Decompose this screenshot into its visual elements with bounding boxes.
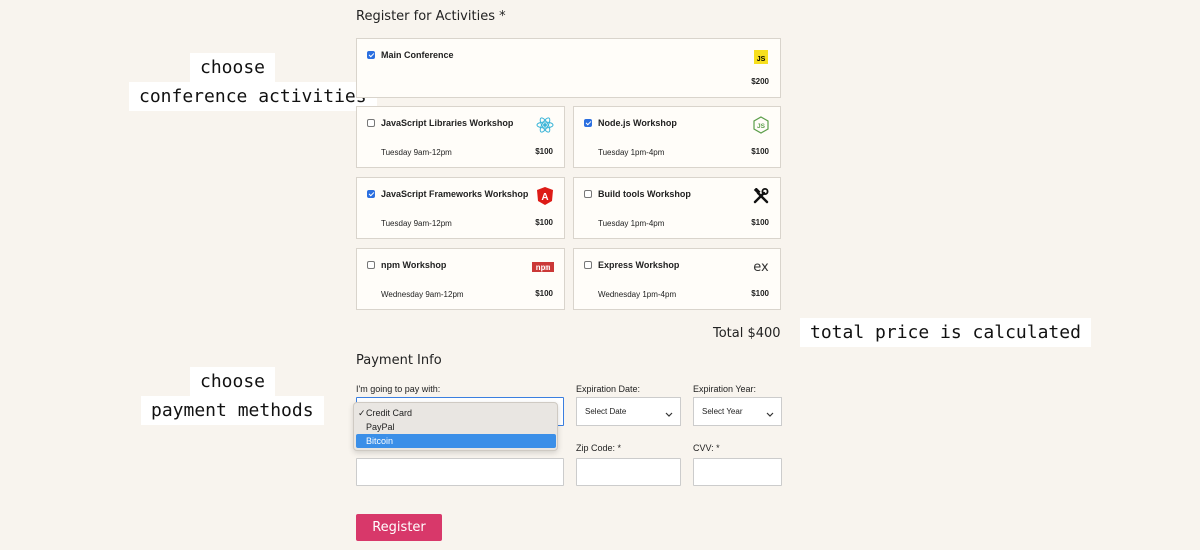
payment-option-credit-card[interactable]: ✓ Credit Card <box>356 406 556 420</box>
activities-title: Register for Activities * <box>356 9 506 24</box>
svg-text:A: A <box>541 192 548 203</box>
activity-time: Tuesday 1pm-4pm <box>598 148 665 157</box>
payment-title: Payment Info <box>356 353 442 368</box>
activity-name: Express Workshop <box>598 260 680 270</box>
note-choose-payment: choose <box>190 367 276 396</box>
hammer-wrench-icon <box>752 187 770 205</box>
activity-name: Main Conference <box>381 50 454 60</box>
activity-time: Tuesday 9am-12pm <box>381 148 452 157</box>
exp-date-select[interactable]: Select Date <box>576 397 681 426</box>
js-frameworks-checkbox[interactable] <box>367 190 375 198</box>
payment-option-paypal[interactable]: PayPal <box>356 420 556 434</box>
express-icon: ex <box>753 259 769 275</box>
total-price: Total $400 <box>713 326 781 341</box>
activity-name: Build tools Workshop <box>598 189 691 199</box>
nodejs-icon: JS <box>752 116 770 134</box>
js-libraries-checkbox[interactable] <box>367 119 375 127</box>
activity-price: $100 <box>535 147 553 156</box>
exp-date-label: Expiration Date: <box>576 384 641 394</box>
exp-year-select[interactable]: Select Year <box>693 397 782 426</box>
npm-checkbox[interactable] <box>367 261 375 269</box>
zip-label: Zip Code: * <box>576 443 622 453</box>
activity-name: JavaScript Libraries Workshop <box>381 118 514 128</box>
note-total-price: total price is calculated <box>800 318 1091 347</box>
activity-time: Wednesday 9am-12pm <box>381 290 464 299</box>
nodejs-checkbox[interactable] <box>584 119 592 127</box>
chevron-down-icon <box>665 410 673 419</box>
activity-time: Tuesday 9am-12pm <box>381 219 452 228</box>
exp-year-label: Expiration Year: <box>693 384 757 394</box>
check-icon: ✓ <box>358 408 366 418</box>
activity-price: $100 <box>751 289 769 298</box>
card-number-field[interactable] <box>356 458 564 486</box>
activity-name: npm Workshop <box>381 260 447 270</box>
cvv-label: CVV: * <box>693 443 720 453</box>
react-icon <box>536 116 554 134</box>
npm-icon: npm <box>532 258 554 276</box>
zip-code-field[interactable] <box>576 458 681 486</box>
note-payment-methods: payment methods <box>141 396 324 425</box>
option-label: PayPal <box>366 422 395 432</box>
activity-price: $100 <box>751 147 769 156</box>
option-label: Bitcoin <box>366 436 394 446</box>
chevron-down-icon <box>766 410 774 419</box>
payment-method-dropdown: ✓ Credit Card PayPal Bitcoin <box>353 402 558 451</box>
svg-text:npm: npm <box>536 264 551 272</box>
express-checkbox[interactable] <box>584 261 592 269</box>
activity-price: $100 <box>535 289 553 298</box>
angular-icon: A <box>536 187 554 205</box>
main-conference-checkbox[interactable] <box>367 51 375 59</box>
pay-with-label: I'm going to pay with: <box>356 384 441 394</box>
activity-name: Node.js Workshop <box>598 118 677 128</box>
note-conference-activities: conference activities <box>129 82 377 111</box>
build-tools-checkbox[interactable] <box>584 190 592 198</box>
activity-price: $100 <box>535 218 553 227</box>
activity-main-conference[interactable]: Main Conference JS $200 <box>356 38 781 98</box>
activity-npm[interactable]: npm Workshop npm Wednesday 9am-12pm $100 <box>356 248 565 310</box>
activity-price: $200 <box>751 77 769 86</box>
note-choose: choose <box>190 53 276 82</box>
activity-express[interactable]: Express Workshop ex Wednesday 1pm-4pm $1… <box>573 248 781 310</box>
option-label: Credit Card <box>366 408 413 418</box>
activity-build-tools[interactable]: Build tools Workshop Tuesday 1pm-4pm $10… <box>573 177 781 239</box>
activity-name: JavaScript Frameworks Workshop <box>381 189 529 199</box>
exp-date-value: Select Date <box>585 407 627 416</box>
activity-js-frameworks[interactable]: JavaScript Frameworks Workshop A Tuesday… <box>356 177 565 239</box>
cvv-field[interactable] <box>693 458 782 486</box>
payment-option-bitcoin[interactable]: Bitcoin <box>356 434 556 448</box>
svg-text:JS: JS <box>757 56 766 63</box>
activity-time: Tuesday 1pm-4pm <box>598 219 665 228</box>
svg-text:JS: JS <box>757 123 766 130</box>
activity-js-libraries[interactable]: JavaScript Libraries Workshop Tuesday 9a… <box>356 106 565 168</box>
activity-nodejs[interactable]: Node.js Workshop JS Tuesday 1pm-4pm $100 <box>573 106 781 168</box>
javascript-icon: JS <box>752 48 770 66</box>
activity-price: $100 <box>751 218 769 227</box>
exp-year-value: Select Year <box>702 407 743 416</box>
register-button[interactable]: Register <box>356 514 442 541</box>
activity-time: Wednesday 1pm-4pm <box>598 290 677 299</box>
